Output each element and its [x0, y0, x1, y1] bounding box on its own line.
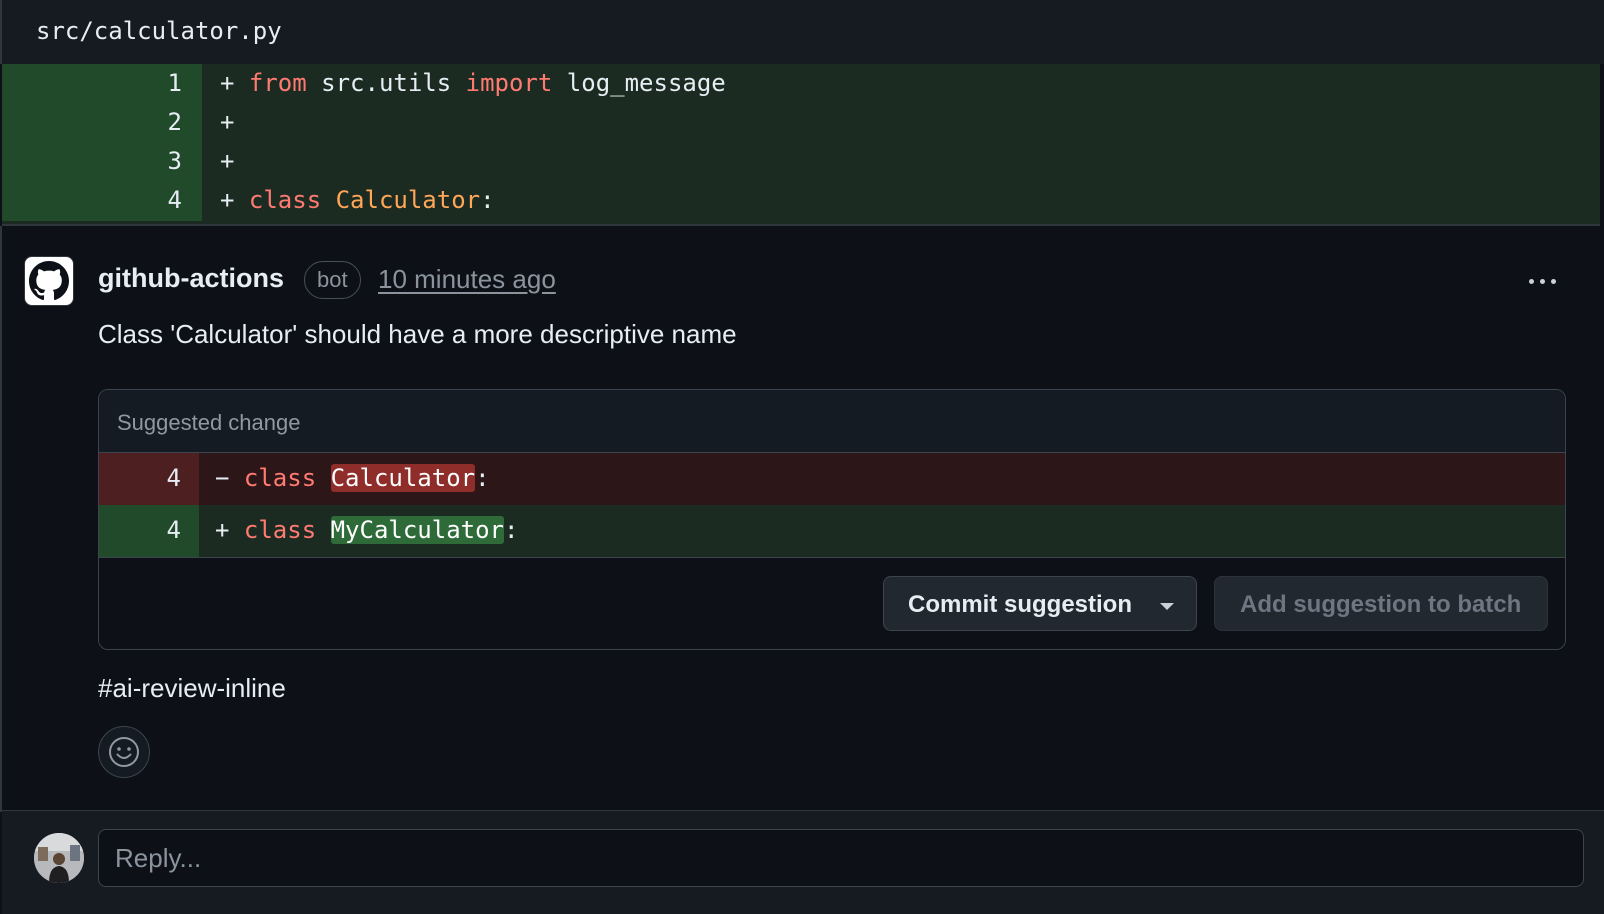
- comment-author[interactable]: github-actions: [98, 263, 284, 294]
- more-options-icon[interactable]: [1520, 270, 1564, 292]
- line-number[interactable]: 4: [2, 181, 202, 221]
- suggestion-actions: Commit suggestion Add suggestion to batc…: [99, 557, 1565, 649]
- comment-body: Class 'Calculator' should have a more de…: [98, 319, 737, 349]
- github-actions-avatar[interactable]: [24, 256, 74, 306]
- line-number[interactable]: 2: [2, 103, 202, 143]
- add-suggestion-to-batch-button[interactable]: Add suggestion to batch: [1214, 576, 1548, 631]
- diff-sign: +: [220, 108, 235, 136]
- suggestion-added-line: 4 + class MyCalculator:: [99, 505, 1565, 557]
- keyword: class: [243, 516, 317, 544]
- code-text: :: [480, 186, 495, 214]
- keyword: from: [248, 69, 307, 97]
- keyword: class: [248, 186, 322, 214]
- user-photo-icon: [34, 833, 84, 883]
- keyword: class: [243, 464, 317, 492]
- line-number[interactable]: 3: [2, 142, 202, 182]
- add-reaction-button[interactable]: [98, 726, 150, 778]
- file-header: src/calculator.py: [0, 0, 1604, 64]
- line-number[interactable]: 1: [2, 64, 202, 104]
- comment-tag: #ai-review-inline: [98, 673, 286, 703]
- diff-hunk: 1 + from src.utils import log_message 2 …: [2, 64, 1600, 226]
- add-to-batch-label: Add suggestion to batch: [1240, 591, 1522, 618]
- suggestion-header: Suggested change: [99, 390, 1565, 453]
- diff-sign: +: [220, 147, 235, 175]
- code-text: :: [504, 516, 519, 544]
- diff-code: +: [220, 108, 234, 136]
- diff-code: − class Calculator:: [215, 464, 490, 492]
- suggestion-removed-line: 4 − class Calculator:: [99, 453, 1565, 505]
- reply-bar: [2, 810, 1604, 914]
- suggestion-title: Suggested change: [117, 410, 301, 435]
- code-text: src.utils: [306, 69, 466, 97]
- diff-sign: −: [215, 464, 230, 492]
- code-text: log_message: [552, 69, 726, 97]
- diff-line: 2 +: [2, 103, 1600, 143]
- diff-line: 1 + from src.utils import log_message: [2, 64, 1600, 104]
- reply-input[interactable]: [98, 829, 1584, 887]
- diff-code: + class MyCalculator:: [215, 516, 518, 544]
- diff-sign: +: [215, 516, 230, 544]
- removed-highlight: Calculator: [330, 464, 476, 492]
- line-number: 4: [99, 505, 199, 557]
- caret-down-icon[interactable]: [1160, 603, 1174, 610]
- smiley-icon: [109, 737, 139, 767]
- bot-badge: bot: [304, 261, 361, 299]
- code-text: :: [475, 464, 490, 492]
- diff-code: + class Calculator:: [220, 186, 495, 214]
- comment-timestamp[interactable]: 10 minutes ago: [378, 264, 556, 295]
- commit-suggestion-label: Commit suggestion: [908, 591, 1133, 618]
- line-number: 4: [99, 453, 199, 505]
- suggested-change: Suggested change 4 − class Calculator: 4…: [98, 389, 1566, 650]
- github-logo-icon: [29, 261, 69, 301]
- added-highlight: MyCalculator: [330, 516, 504, 544]
- diff-line: 3 +: [2, 142, 1600, 182]
- diff-line: 4 + class Calculator:: [2, 181, 1600, 221]
- diff-sign: +: [220, 186, 235, 214]
- commit-suggestion-button[interactable]: Commit suggestion: [883, 576, 1197, 631]
- file-path[interactable]: src/calculator.py: [36, 17, 282, 45]
- user-avatar[interactable]: [34, 833, 84, 883]
- diff-code: + from src.utils import log_message: [220, 69, 726, 97]
- diff-sign: +: [220, 69, 235, 97]
- keyword: import: [465, 69, 553, 97]
- diff-code: +: [220, 147, 234, 175]
- class-name: Calculator: [335, 186, 481, 214]
